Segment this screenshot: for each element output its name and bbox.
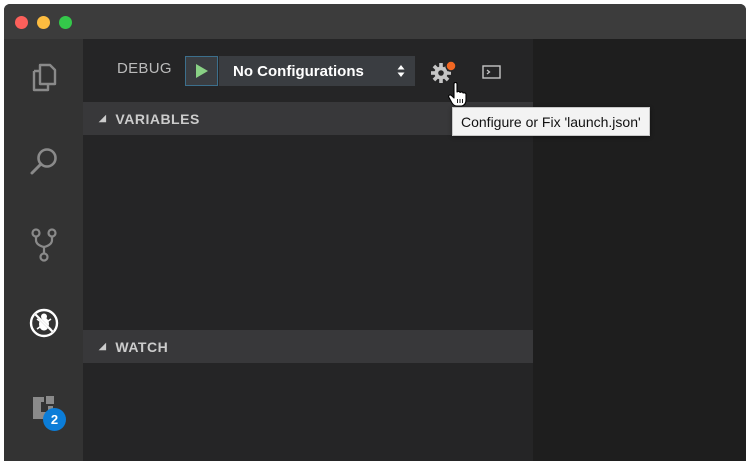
tooltip: Configure or Fix 'launch.json' — [452, 107, 650, 136]
explorer-icon[interactable] — [4, 47, 83, 107]
notification-dot — [445, 60, 457, 72]
minimize-window-button[interactable] — [37, 16, 50, 29]
variables-title: VARIABLES — [115, 110, 200, 127]
source-control-icon[interactable] — [4, 215, 83, 275]
debug-title: DEBUG — [117, 60, 172, 77]
hand-pointer-cursor-icon — [448, 82, 467, 107]
open-debug-console-button[interactable] — [481, 63, 503, 81]
start-debugging-button[interactable] — [185, 56, 218, 86]
search-icon[interactable] — [4, 131, 83, 191]
expand-triangle-icon: ◢ — [99, 113, 107, 123]
editor-area — [533, 39, 746, 461]
play-icon — [195, 64, 208, 78]
watch-title: WATCH — [115, 338, 169, 355]
activity-bar: 2 — [4, 39, 83, 461]
debug-console-icon — [482, 65, 501, 79]
title-bar — [4, 4, 746, 39]
extensions-badge: 2 — [43, 408, 66, 431]
extensions-icon[interactable]: 2 — [4, 377, 83, 437]
maximize-window-button[interactable] — [59, 16, 72, 29]
select-arrows-icon — [397, 65, 405, 77]
vscode-window: 2 DEBUG No Configurations ◢ VARIABLES ◢ … — [4, 4, 746, 461]
configuration-select[interactable]: No Configurations — [219, 56, 415, 86]
debug-icon[interactable] — [4, 293, 83, 353]
configuration-label: No Configurations — [233, 62, 364, 80]
close-window-button[interactable] — [15, 16, 28, 29]
expand-triangle-icon: ◢ — [99, 341, 107, 351]
watch-section-header[interactable]: ◢ WATCH — [83, 330, 533, 363]
